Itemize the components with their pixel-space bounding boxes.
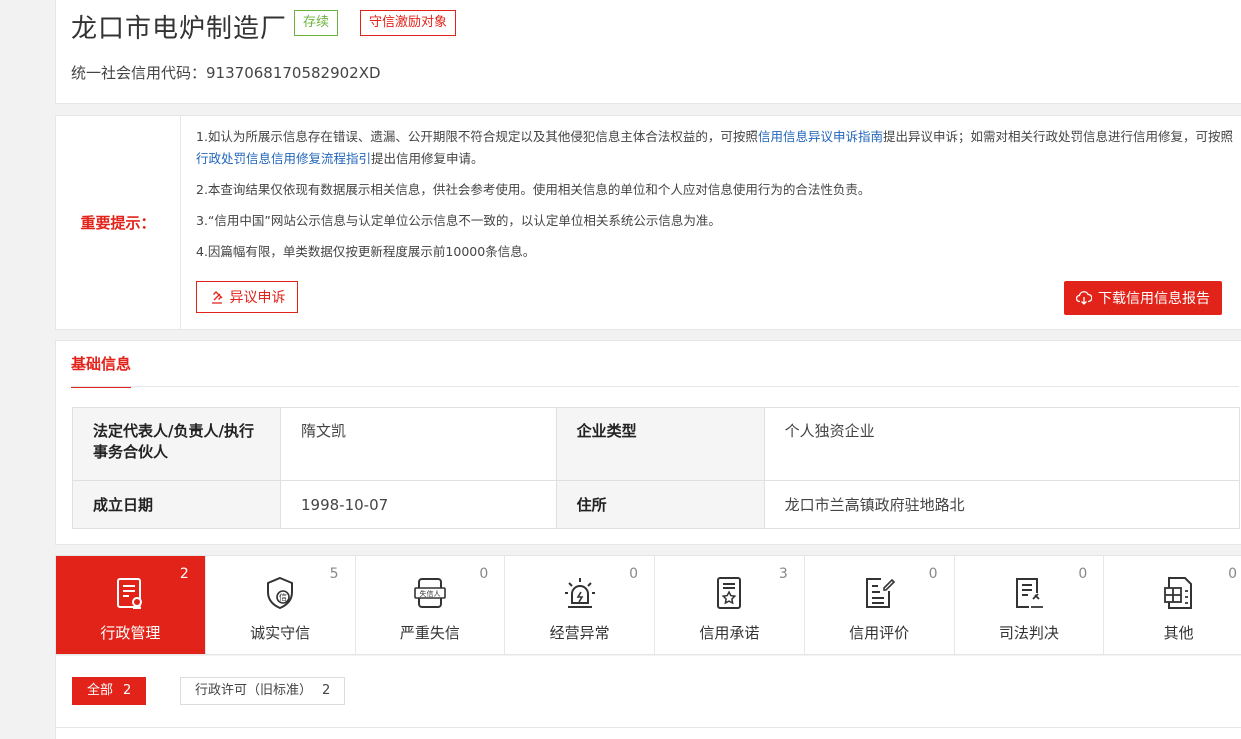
tab-count: 0 [479, 566, 489, 582]
notice-label: 重要提示： [56, 116, 181, 329]
judgment-doc-icon [1015, 578, 1043, 608]
tab-label: 信用承诺 [699, 624, 760, 642]
admin-doc-icon [117, 578, 143, 609]
tab-credit-commitment[interactable]: 3 信用承诺 [655, 556, 805, 654]
tab-count: 0 [1078, 566, 1088, 582]
tab-credit-evaluation[interactable]: 0 信用评价 [805, 556, 955, 654]
other-grid-icon [1163, 577, 1192, 609]
notice-item-1: 1.如认为所展示信息存在错误、遗漏、公开期限不符合规定以及其他侵犯信息主体合法权… [196, 129, 1233, 166]
gavel-icon [211, 291, 222, 304]
basic-info-section: 基础信息 法定代表人/负责人/执行事务合伙人 隋文凯 企业类型 个人独资企业 成… [55, 340, 1241, 545]
notice-item-4: 4.因篇幅有限，单类数据仅按更新程度展示前10000条信息。 [196, 244, 536, 259]
appeal-button[interactable]: 异议申诉 [196, 281, 298, 313]
legal-rep-label: 法定代表人/负责人/执行事务合伙人 [72, 407, 281, 481]
repair-guide-link[interactable]: 行政处罚信息信用修复流程指引 [196, 151, 371, 166]
shield-credit-icon: 信 [267, 576, 294, 610]
notice-item-2: 2.本查询结果仅依现有数据展示相关信息，供社会参考使用。使用相关信息的单位和个人… [196, 182, 871, 197]
address-value: 龙口市兰高镇政府驻地路北 [763, 480, 1241, 529]
tab-count: 2 [179, 566, 189, 582]
address-label: 住所 [555, 480, 765, 529]
tab-label: 其他 [1163, 624, 1194, 642]
cloud-download-icon [1076, 291, 1092, 305]
table-row: 成立日期 1998-10-07 住所 龙口市兰高镇政府驻地路北 [72, 480, 1241, 529]
incentive-badge: 守信激励对象 [360, 10, 457, 36]
dishonest-person-icon: 失信人 [414, 578, 446, 608]
tab-label: 信用评价 [849, 624, 910, 642]
important-notice: 重要提示： 1.如认为所展示信息存在错误、遗漏、公开期限不符合规定以及其他侵犯信… [55, 115, 1241, 330]
company-type-value: 个人独资企业 [763, 407, 1241, 481]
table-row: 法定代表人/负责人/执行事务合伙人 隋文凯 企业类型 个人独资企业 [72, 407, 1241, 481]
basic-info-table: 法定代表人/负责人/执行事务合伙人 隋文凯 企业类型 个人独资企业 成立日期 1… [72, 407, 1241, 529]
record-filters: 全部 2 行政许可（旧标准） 2 [55, 656, 1241, 728]
notice-body: 1.如认为所展示信息存在错误、遗漏、公开期限不符合规定以及其他侵犯信息主体合法权… [196, 126, 1236, 272]
tab-count: 3 [778, 566, 788, 582]
evaluation-doc-icon [866, 578, 896, 608]
notice-item-3: 3.“信用中国”网站公示信息与认定单位公示信息不一致的，以认定单位相关系统公示信… [196, 213, 721, 228]
filter-admin-license-chip[interactable]: 行政许可（旧标准） 2 [180, 677, 346, 705]
tab-count: 5 [329, 566, 339, 582]
legal-rep-value: 隋文凯 [280, 407, 557, 481]
tab-label: 行政管理 [100, 624, 161, 642]
section-title[interactable]: 基础信息 [71, 353, 132, 388]
tab-judicial-judgment[interactable]: 0 司法判决 [955, 556, 1105, 654]
tab-count: 0 [928, 566, 938, 582]
svg-text:信: 信 [279, 592, 287, 602]
tab-count: 0 [1228, 566, 1237, 582]
records-panel [55, 727, 1241, 739]
founded-date-value: 1998-10-07 [280, 480, 557, 529]
tab-count: 0 [629, 566, 638, 582]
tab-business-abnormal[interactable]: 0 经营异常 [505, 556, 655, 654]
commitment-doc-icon [717, 577, 742, 609]
company-header: 龙口市电炉制造厂 存续 守信激励对象 统一社会信用代码：913706817058… [55, 0, 1241, 104]
tab-label: 司法判决 [998, 624, 1059, 642]
svg-text:失信人: 失信人 [419, 589, 440, 598]
founded-date-label: 成立日期 [72, 480, 281, 529]
tab-serious-dishonesty[interactable]: 0 失信人 严重失信 [356, 556, 506, 654]
tab-label: 经营异常 [549, 624, 610, 642]
credit-code: 统一社会信用代码：9137068170582902XD [71, 64, 381, 82]
company-name: 龙口市电炉制造厂 [71, 14, 288, 44]
tab-label: 严重失信 [399, 624, 460, 642]
filter-all-chip[interactable]: 全部 2 [72, 677, 147, 705]
tab-label: 诚实守信 [250, 624, 311, 642]
alarm-light-icon [564, 578, 595, 608]
tab-other[interactable]: 0 其他 [1104, 556, 1241, 654]
tab-admin-management[interactable]: 2 行政管理 [56, 556, 206, 654]
company-type-label: 企业类型 [555, 407, 765, 481]
category-tabs: 2 行政管理 5 信 诚实守信 0 失信人 严重失信 0 经营异常 3 信用承诺… [55, 555, 1241, 655]
appeal-guide-link[interactable]: 信用信息异议申诉指南 [758, 129, 883, 144]
status-badge: 存续 [294, 10, 339, 36]
section-divider [71, 386, 1239, 387]
tab-honesty[interactable]: 5 信 诚实守信 [206, 556, 356, 654]
download-report-button[interactable]: 下载信用信息报告 [1064, 281, 1222, 315]
